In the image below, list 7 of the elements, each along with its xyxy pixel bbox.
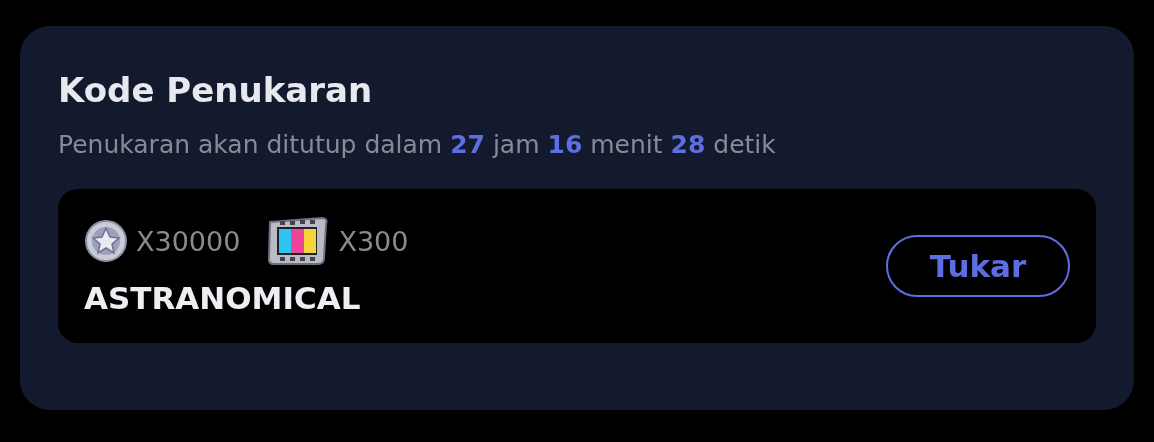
section-title: Kode Penukaran [58,70,374,110]
countdown-text: Penukaran akan ditutup dalam 27 jam 16 menit 28 detik [58,130,777,159]
redeem-button[interactable]: Tukar [886,235,1070,297]
reward-amount: X30000 [136,225,241,257]
redeem-code: ASTRANOMICAL [84,280,362,316]
reward-amount: X300 [338,225,409,257]
coin-icon [84,219,128,263]
